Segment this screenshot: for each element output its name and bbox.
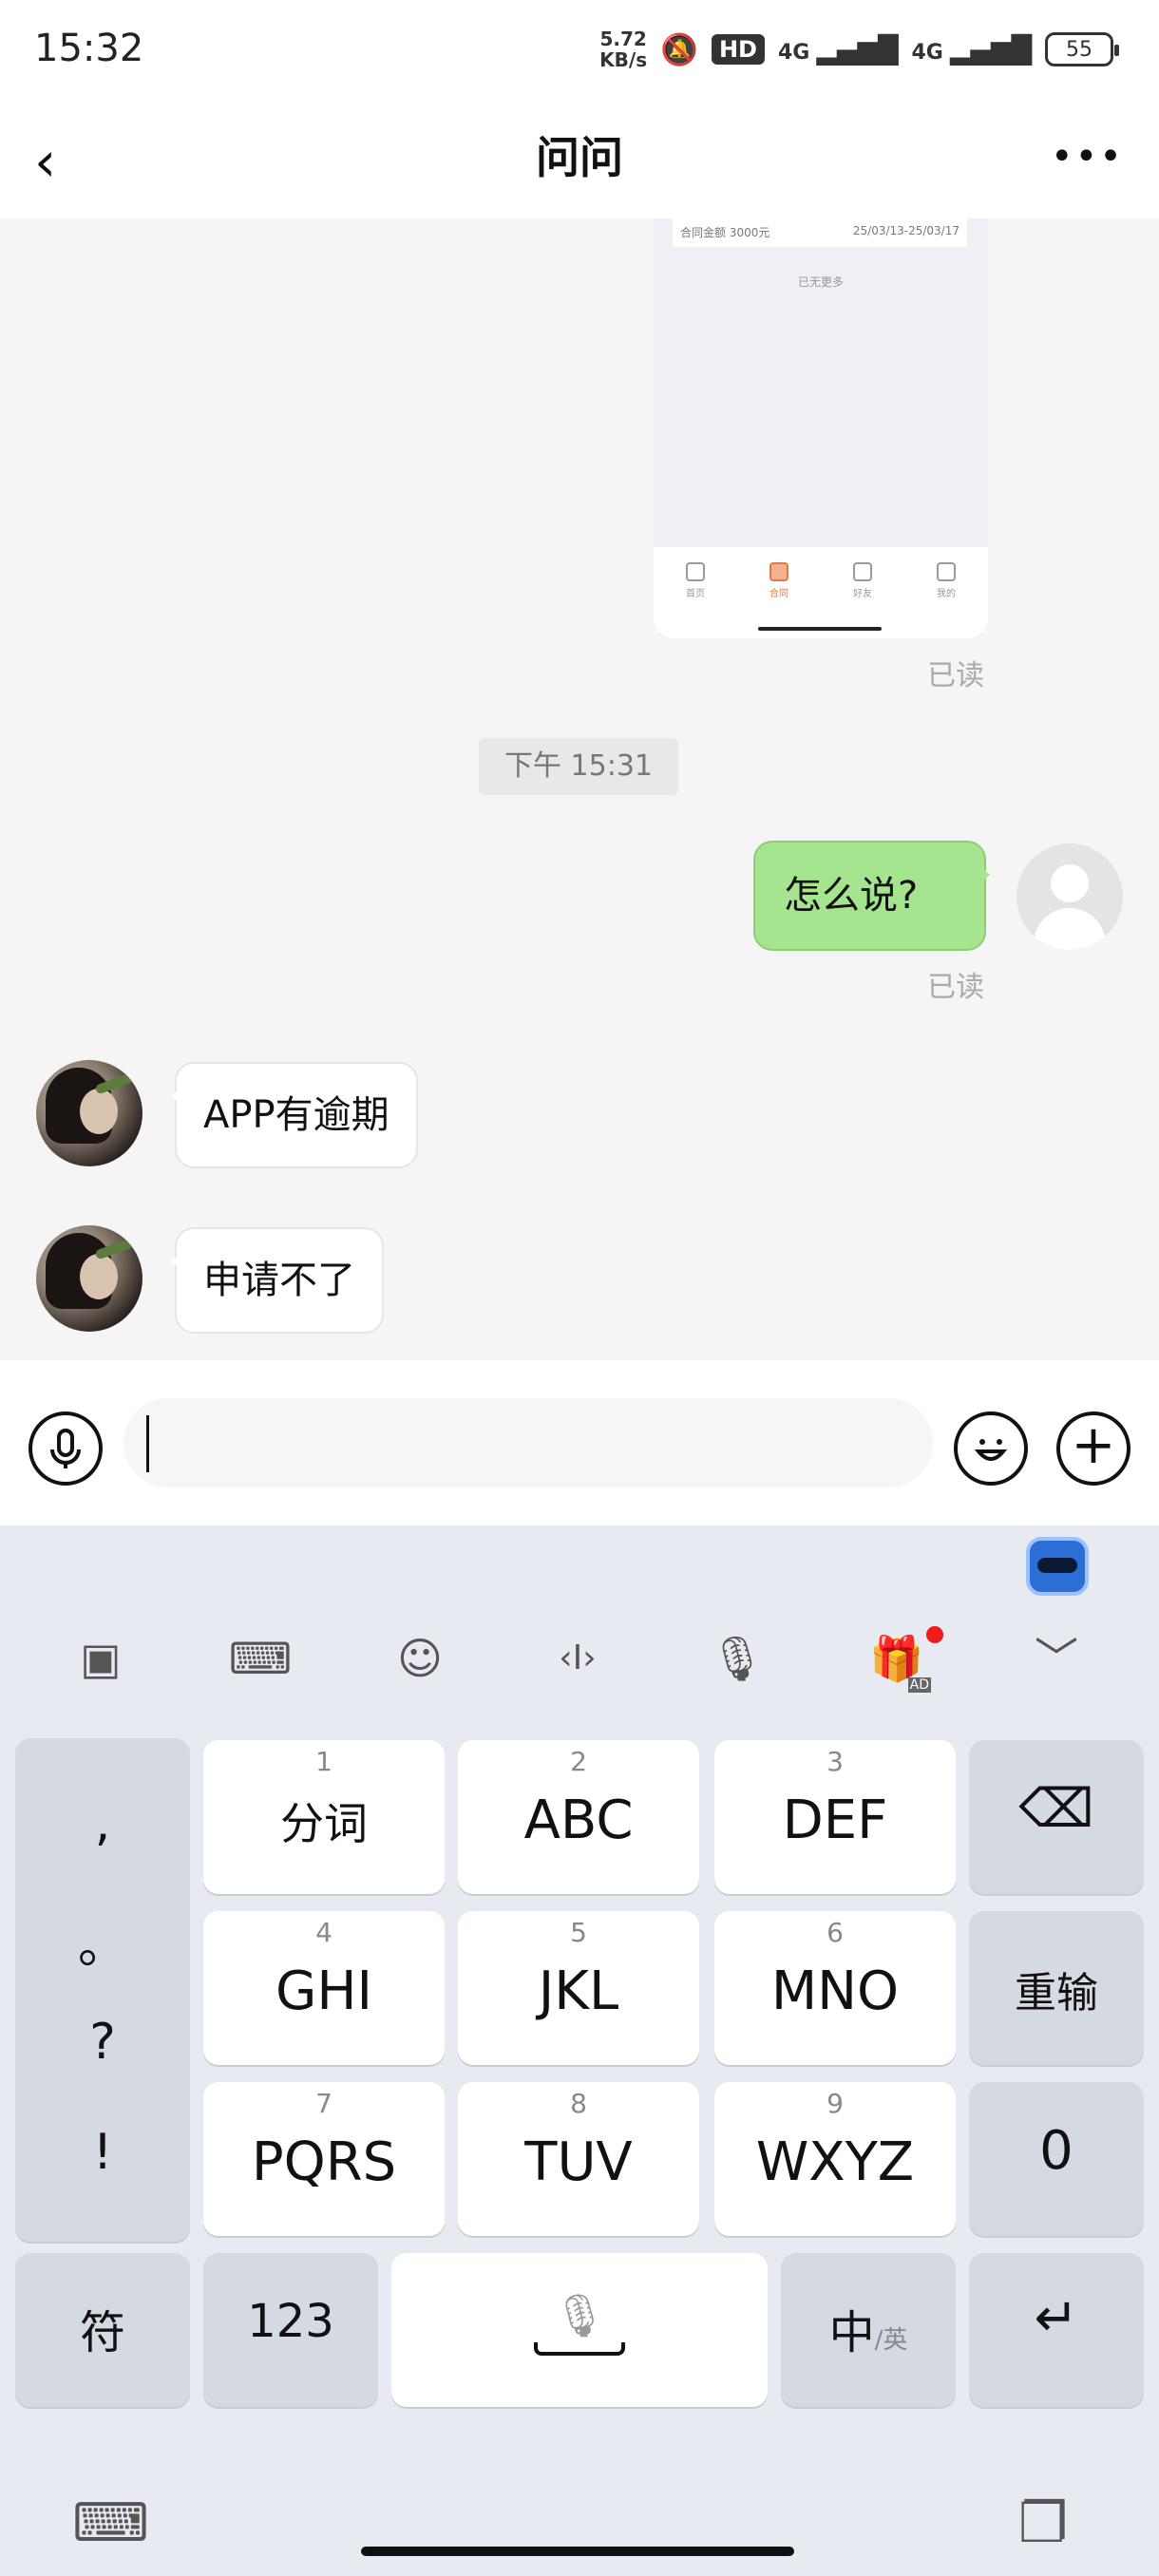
contact-avatar[interactable] <box>36 1225 142 1332</box>
key-2[interactable]: 2 ABC <box>458 1740 699 1894</box>
network-speed-value: 5.72 <box>599 28 647 50</box>
emoji-icon[interactable]: ☺ <box>382 1620 458 1696</box>
incoming-message-bubble[interactable]: APP有逾期 <box>171 1062 418 1168</box>
text-cursor <box>146 1415 149 1472</box>
keyboard-bottom-bar: ⌨ ❐ <box>0 2481 1159 2576</box>
assistant-robot-icon[interactable] <box>1026 1537 1089 1596</box>
message-input-bar: + <box>0 1360 1159 1525</box>
punct-question[interactable]: ? <box>15 2014 190 2071</box>
keyboard-layout-icon[interactable]: ⌨ <box>222 1620 298 1696</box>
zero-key[interactable]: 0 <box>969 2082 1144 2236</box>
signal-icon-1: 4G ▂▄▆█ <box>777 33 899 66</box>
switch-keyboard-icon[interactable]: ⌨ <box>72 2492 149 2554</box>
key-9[interactable]: 9 WXYZ <box>714 2082 956 2236</box>
enter-icon: ↵ <box>1034 2287 1079 2349</box>
home-icon <box>686 562 705 581</box>
voice-input-icon[interactable]: 🎙 <box>699 1620 775 1696</box>
emoji-button[interactable] <box>954 1411 1028 1486</box>
key-7[interactable]: 7 PQRS <box>203 2082 445 2236</box>
incoming-message-bubble[interactable]: 申请不了 <box>171 1227 384 1334</box>
message-input[interactable] <box>124 1398 933 1487</box>
avatar-face <box>80 1254 118 1299</box>
screenshot-dates: 25/03/13-25/03/17 <box>852 224 960 237</box>
key-4[interactable]: 4 GHI <box>203 1911 445 2065</box>
screenshot-tab-home: 首页 <box>672 562 719 638</box>
screenshot-tabbar: 首页 合同 好友 我的 <box>654 547 988 638</box>
person-icon <box>937 562 956 581</box>
avatar-placeholder-body <box>1034 908 1106 950</box>
more-actions-button[interactable]: + <box>1056 1411 1130 1486</box>
emoji-icon <box>974 1439 1008 1461</box>
microphone-icon: 🎙 <box>553 2292 606 2340</box>
collapse-icon[interactable]: ﹀ <box>1018 1620 1094 1696</box>
status-bar: 15:32 5.72 KB/s 🔕 HD 4G ▂▄▆█ 4G ▂▄▆█ 55 <box>0 0 1159 104</box>
battery-icon: 55 <box>1045 32 1119 66</box>
keyboard-toolbar: ▣ ⌨ ☺ ‹I› 🎙 🎁 AD ﹀ <box>0 1525 1159 1734</box>
ime-keyboard: ▣ ⌨ ☺ ‹I› 🎙 🎁 AD ﹀ , 。 ? ! 1 分词 2 ABC 3 DEF … <box>0 1525 1159 2576</box>
read-receipt: 已读 <box>927 971 984 1004</box>
outgoing-message-bubble[interactable]: 怎么说? <box>753 841 990 951</box>
microphone-icon <box>50 1429 81 1468</box>
retype-key[interactable]: 重输 <box>969 1911 1144 2065</box>
time-divider: 下午 15:31 <box>479 738 678 795</box>
screenshot-tab-mine: 我的 <box>922 562 970 638</box>
network-speed: 5.72 KB/s <box>599 28 647 70</box>
clipboard-icon[interactable]: ❐ <box>1018 2491 1068 2555</box>
punct-comma[interactable]: , <box>15 1795 190 1852</box>
chat-header: ‹ 问问 ••• <box>0 104 1159 218</box>
battery-level: 55 <box>1066 37 1092 62</box>
space-key[interactable]: 🎙 <box>391 2253 768 2407</box>
apps-grid-icon[interactable]: ▣ <box>63 1620 139 1696</box>
self-avatar[interactable] <box>1016 843 1123 950</box>
symbol-key[interactable]: 符 <box>15 2253 190 2407</box>
home-indicator[interactable] <box>361 2547 794 2556</box>
delete-key[interactable]: ⌫ <box>969 1740 1144 1894</box>
ad-label: AD <box>907 1677 931 1693</box>
network-speed-unit: KB/s <box>599 48 648 71</box>
friends-icon <box>853 562 872 581</box>
shared-screenshot-image[interactable]: 合同金额 3000元 25/03/13-25/03/17 已无更多 首页 合同 … <box>654 218 988 638</box>
space-icon <box>534 2342 625 2356</box>
status-icons: 5.72 KB/s 🔕 HD 4G ▂▄▆█ 4G ▂▄▆█ 55 <box>599 28 1119 70</box>
backspace-icon: ⌫ <box>1018 1778 1094 1840</box>
screenshot-see-more: 已无更多 <box>797 275 844 289</box>
key-8[interactable]: 8 TUV <box>458 2082 699 2236</box>
more-options-button[interactable]: ••• <box>1051 138 1122 180</box>
plus-icon: + <box>1071 1414 1116 1476</box>
screenshot-contract-card: 合同金额 3000元 25/03/13-25/03/17 <box>673 218 967 247</box>
chat-title: 问问 <box>536 132 623 183</box>
hd-icon: HD <box>711 34 765 65</box>
avatar-face <box>80 1089 118 1134</box>
gift-icon: 🎁 <box>869 1633 924 1684</box>
number-key[interactable]: 123 <box>203 2253 378 2407</box>
more-icon: ••• <box>1051 135 1124 179</box>
key-3[interactable]: 3 DEF <box>714 1740 956 1894</box>
punct-period[interactable]: 。 <box>15 1905 190 1977</box>
screenshot-amount: 合同金额 3000元 <box>680 226 770 239</box>
lang-main: 中 <box>828 2306 875 2359</box>
avatar-placeholder-head <box>1051 864 1089 902</box>
enter-key[interactable]: ↵ <box>969 2253 1144 2407</box>
mute-icon: 🔕 <box>660 31 698 67</box>
key-1[interactable]: 1 分词 <box>203 1740 445 1894</box>
status-time: 15:32 <box>34 27 144 70</box>
screenshot-home-indicator <box>758 627 882 631</box>
signal-icon-2: 4G ▂▄▆█ <box>911 33 1032 66</box>
contract-icon <box>770 562 788 581</box>
punct-exclaim[interactable]: ! <box>15 2124 190 2181</box>
notification-dot <box>926 1626 943 1643</box>
contact-avatar[interactable] <box>36 1060 142 1166</box>
language-switch-key[interactable]: 中/英 <box>781 2253 956 2407</box>
lang-alt: /英 <box>874 2326 908 2355</box>
key-5[interactable]: 5 JKL <box>458 1911 699 2065</box>
punctuation-column[interactable]: , 。 ? ! <box>15 1738 190 2242</box>
key-6[interactable]: 6 MNO <box>714 1911 956 2065</box>
read-receipt: 已读 <box>927 659 984 692</box>
voice-message-button[interactable] <box>28 1411 103 1486</box>
cursor-move-icon[interactable]: ‹I› <box>540 1620 616 1696</box>
ad-gift-icon[interactable]: 🎁 AD <box>859 1620 935 1696</box>
chat-messages[interactable]: 合同金额 3000元 25/03/13-25/03/17 已无更多 首页 合同 … <box>0 218 1159 1358</box>
